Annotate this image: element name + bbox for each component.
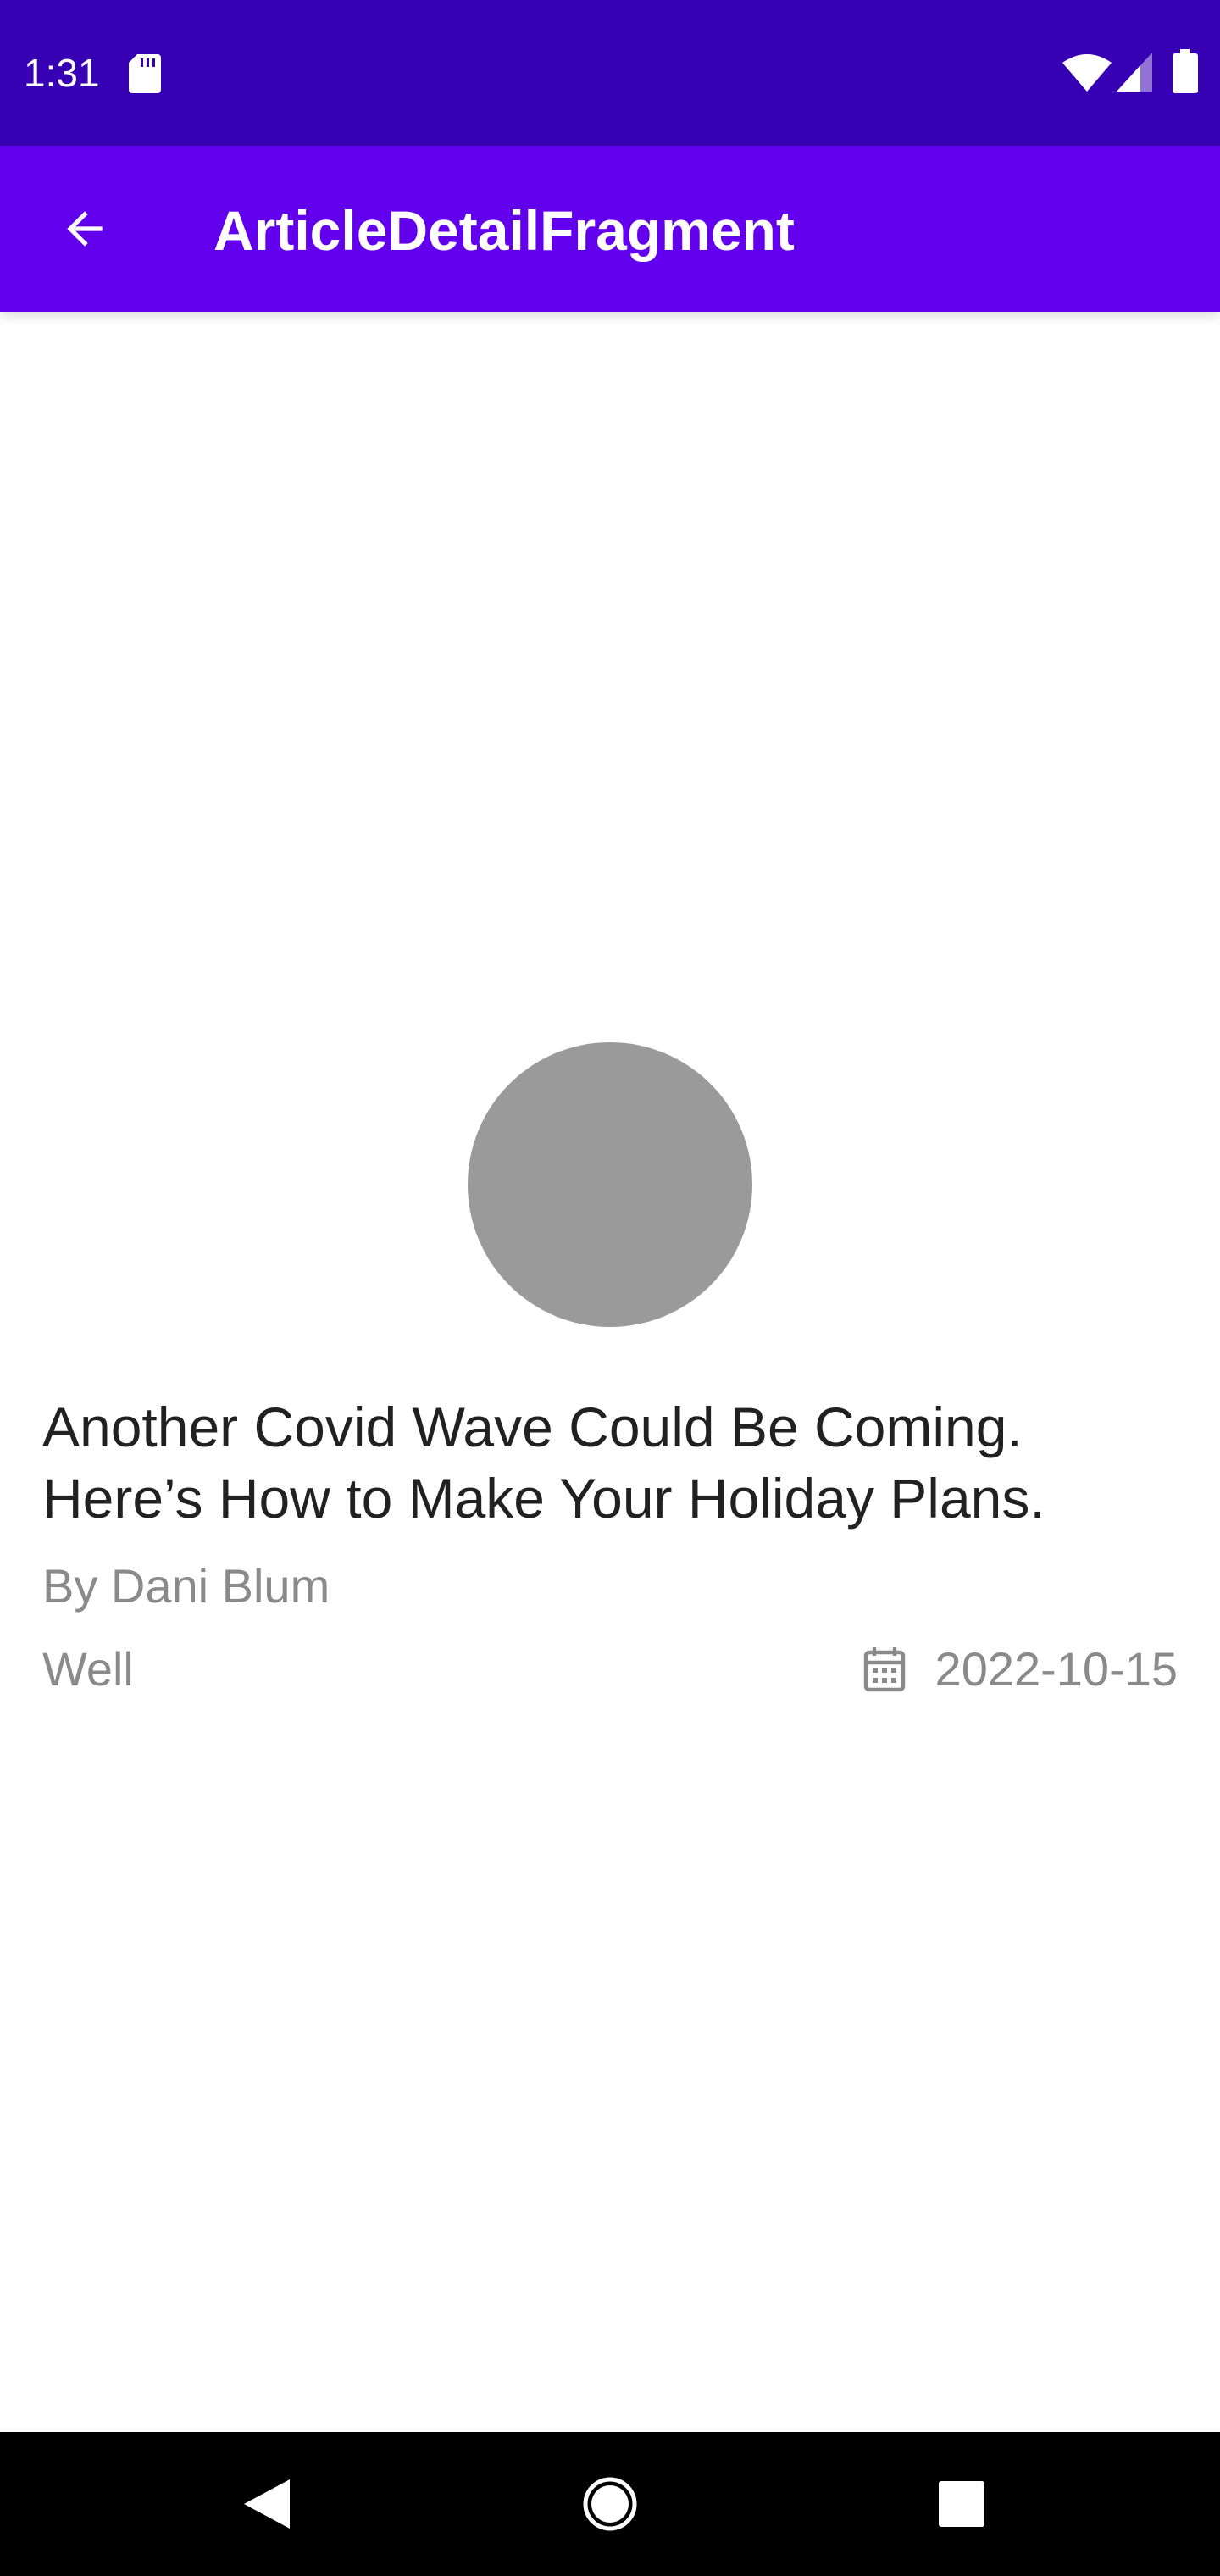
wifi-icon [1062, 54, 1112, 92]
article-date-row: 2022-10-15 [862, 1641, 1178, 1698]
calendar-icon [863, 1647, 905, 1692]
article-title: Another Covid Wave Could Be Coming. Here… [42, 1396, 1045, 1530]
sd-card-icon [129, 54, 161, 93]
nav-home-icon [583, 2477, 637, 2531]
article-section: Well [42, 1642, 134, 1696]
nav-recents-button[interactable] [923, 2466, 1000, 2542]
nav-home-button[interactable] [572, 2466, 648, 2542]
arrow-back-icon [67, 211, 103, 247]
status-bar: 1:31 [0, 0, 1220, 146]
nav-back-button[interactable] [229, 2466, 305, 2542]
article-image [468, 1042, 752, 1327]
article-byline: By Dani Blum [42, 1559, 330, 1613]
nav-back-icon [244, 2479, 290, 2529]
page-title: ArticleDetailFragment [214, 199, 795, 262]
battery-icon [1173, 49, 1198, 93]
nav-recents-icon [939, 2481, 984, 2527]
app-bar: ArticleDetailFragment [0, 146, 1220, 312]
status-time: 1:31 [24, 51, 100, 95]
navigation-bar [0, 2432, 1220, 2576]
back-button[interactable] [37, 181, 132, 276]
screen: 1:31 ArticleDetailFragment Another Covid… [0, 0, 1220, 2576]
article-date: 2022-10-15 [934, 1642, 1178, 1696]
signal-icon [1117, 53, 1152, 92]
